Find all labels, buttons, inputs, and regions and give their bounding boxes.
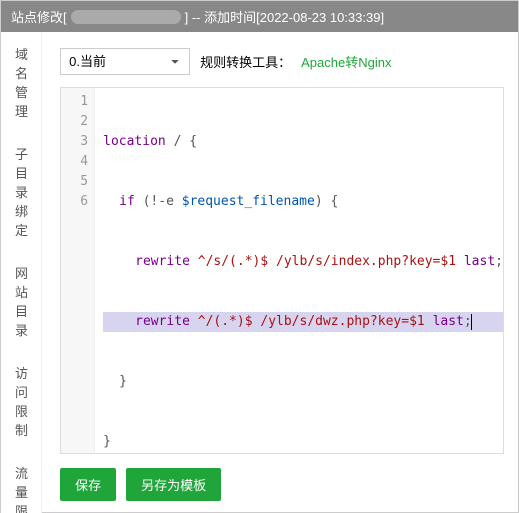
main-panel: 0.当前 规则转换工具： Apache转Nginx 1 2 3 4 5 6 lo… (42, 32, 518, 513)
title-prefix: 站点修改[ (11, 7, 67, 26)
window-title-bar: 站点修改[ ] -- 添加时间[2022-08-23 10:33:39] (1, 1, 518, 32)
title-masked-domain (71, 10, 181, 24)
sidebar-item-domain[interactable]: 域名管理 (1, 32, 41, 132)
code-line-2: if (!-e $request_filename) { (103, 192, 503, 212)
code-line-6: } (103, 432, 503, 452)
editor-code[interactable]: location / { if (!-e $request_filename) … (95, 88, 503, 453)
apache-to-nginx-link[interactable]: Apache转Nginx (301, 52, 391, 71)
code-line-4: rewrite ^/(.*)$ /ylb/s/dwz.php?key=$1 la… (103, 312, 503, 332)
text-cursor (471, 314, 472, 330)
toolbar: 0.当前 规则转换工具： Apache转Nginx (60, 48, 504, 75)
code-editor[interactable]: 1 2 3 4 5 6 location / { if (!-e $reques… (60, 87, 504, 454)
template-select[interactable]: 0.当前 (60, 48, 190, 75)
code-line-3: rewrite ^/s/(.*)$ /ylb/s/index.php?key=$… (103, 252, 503, 272)
sidebar: 域名管理 子目录绑定 网站目录 访问限制 流量限制 伪静态 默认文档 配置文件 … (1, 32, 42, 513)
editor-gutter: 1 2 3 4 5 6 (61, 88, 95, 453)
sidebar-item-access[interactable]: 访问限制 (1, 351, 41, 451)
toolbar-label: 规则转换工具： (200, 52, 291, 71)
title-suffix: ] -- 添加时间[2022-08-23 10:33:39] (185, 7, 384, 26)
sidebar-item-sitedir[interactable]: 网站目录 (1, 251, 41, 351)
code-line-5: } (103, 372, 503, 392)
save-button[interactable]: 保存 (60, 468, 116, 501)
code-line-1: location / { (103, 132, 503, 152)
sidebar-item-traffic[interactable]: 流量限制 (1, 451, 41, 513)
save-as-template-button[interactable]: 另存为模板 (126, 468, 221, 501)
button-row: 保存 另存为模板 (60, 468, 504, 501)
sidebar-item-subdir[interactable]: 子目录绑定 (1, 132, 41, 251)
